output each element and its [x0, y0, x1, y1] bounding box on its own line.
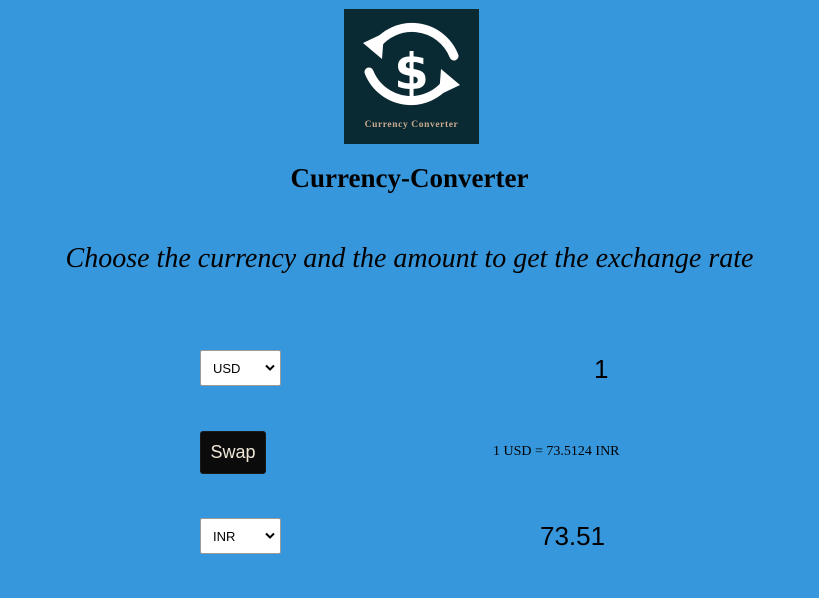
svg-text:$: $	[394, 43, 429, 101]
logo-caption: Currency Converter	[364, 120, 459, 130]
from-amount-input[interactable]: 1	[594, 354, 608, 385]
exchange-rate-text: 1 USD = 73.5124 INR	[493, 444, 620, 459]
chevron-down-icon	[265, 364, 275, 371]
to-currency-value: INR	[213, 529, 236, 544]
from-currency-select[interactable]: USD	[200, 350, 281, 386]
swap-button[interactable]: Swap	[200, 431, 266, 474]
from-currency-value: USD	[213, 361, 241, 376]
to-currency-select[interactable]: INR	[200, 518, 281, 554]
page-subtitle: Choose the currency and the amount to ge…	[65, 243, 754, 274]
logo: $ Currency Converter	[344, 9, 479, 144]
to-amount-output: 73.51	[540, 521, 606, 551]
page-title: Currency-Converter	[290, 163, 529, 193]
chevron-down-icon	[265, 532, 275, 539]
